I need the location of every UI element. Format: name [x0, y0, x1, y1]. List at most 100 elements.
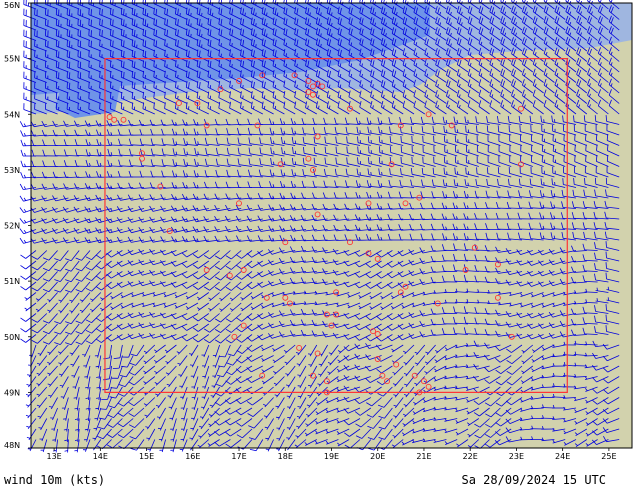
barb-half-feather — [283, 140, 286, 144]
barb-feather — [370, 0, 372, 3]
barb-feather — [283, 0, 285, 3]
barb-half-feather — [24, 163, 26, 167]
barb-feather — [112, 40, 114, 47]
barb-feather — [112, 9, 114, 16]
barb-feather — [456, 0, 459, 2]
barb-feather — [99, 92, 101, 99]
barb-half-feather — [255, 44, 257, 48]
barb-half-feather — [23, 186, 26, 190]
barb-half-feather — [24, 152, 26, 157]
barb-feather — [99, 60, 101, 68]
barb-feather — [589, 0, 591, 3]
barb-feather — [605, 241, 607, 248]
barb-feather — [413, 0, 415, 3]
barb-feather — [110, 50, 112, 57]
barb-feather — [348, 0, 350, 3]
barb-feather — [110, 81, 112, 88]
barb-feather — [99, 102, 101, 110]
barb-feather — [563, 144, 565, 152]
barb-feather — [110, 102, 112, 109]
barb-feather — [19, 207, 25, 213]
barb-feather — [599, 0, 602, 3]
barb-half-feather — [23, 219, 27, 223]
barb-half-feather — [212, 12, 214, 17]
barb-half-feather — [274, 74, 277, 78]
barb-half-feather — [273, 140, 275, 144]
barb-half-feather — [231, 53, 233, 57]
barb-half-feather — [23, 132, 26, 137]
barb-feather — [584, 177, 586, 185]
barb-feather — [578, 0, 580, 3]
barb-feather — [606, 154, 609, 162]
barb-feather — [478, 0, 480, 2]
barb-feather — [446, 0, 448, 2]
barb-feather — [20, 160, 24, 167]
barb-feather — [110, 29, 112, 36]
barb-feather — [20, 265, 26, 270]
barb-feather — [605, 115, 607, 122]
barb-feather — [326, 0, 329, 3]
barb-feather — [585, 144, 587, 151]
barb-feather — [120, 60, 123, 67]
barb-half-feather — [370, 171, 372, 176]
barb-feather — [532, 0, 535, 2]
barb-feather — [112, 0, 114, 5]
barb-feather — [261, 0, 264, 3]
barb-feather — [20, 130, 24, 137]
barb-feather — [20, 149, 24, 157]
barb-feather — [424, 0, 426, 2]
barb-half-feather — [277, 12, 279, 16]
barb-feather — [99, 29, 101, 36]
barb-half-feather — [23, 123, 27, 127]
barb-feather — [99, 50, 101, 57]
barb-half-feather — [255, 33, 257, 37]
barb-feather — [112, 30, 114, 37]
barb-half-feather — [274, 95, 277, 99]
barb-half-feather — [242, 85, 244, 89]
barb-feather — [522, 0, 524, 2]
barb-feather — [480, 0, 483, 4]
barb-half-feather — [23, 197, 27, 201]
barb-feather — [610, 0, 613, 3]
barb-half-feather — [294, 161, 297, 165]
barb-feather — [502, 0, 505, 3]
barb-feather — [20, 172, 24, 179]
barb-feather — [19, 228, 25, 234]
barb-feather — [123, 40, 125, 47]
barb-feather — [120, 28, 123, 36]
barb-feather — [391, 0, 394, 3]
barb-half-feather — [284, 161, 286, 165]
barb-feather — [500, 0, 502, 2]
barb-feather — [19, 121, 24, 127]
barb-feather — [294, 0, 296, 3]
barb-half-feather — [242, 106, 244, 110]
barb-half-feather — [274, 84, 277, 89]
barb-half-feather — [231, 85, 233, 89]
barb-half-feather — [253, 105, 255, 110]
barb-half-feather — [24, 142, 26, 146]
barb-feather — [556, 0, 559, 3]
barb-feather — [402, 0, 404, 3]
barb-feather — [112, 19, 114, 26]
barb-half-feather — [273, 150, 275, 155]
barb-feather — [596, 155, 598, 162]
barb-feather — [491, 0, 494, 4]
barb-half-feather — [456, 182, 458, 186]
barb-feather — [99, 71, 101, 78]
barb-half-feather — [467, 182, 469, 186]
barb-feather — [608, 0, 610, 1]
barb-feather — [19, 195, 24, 202]
barb-half-feather — [23, 174, 26, 178]
barb-half-feather — [242, 95, 244, 99]
barb-feather — [123, 8, 125, 16]
barb-feather — [486, 125, 489, 132]
barb-feather — [554, 0, 556, 2]
barb-half-feather — [231, 74, 233, 78]
barb-half-feather — [359, 130, 361, 134]
barb-feather — [99, 18, 101, 26]
barb-feather — [315, 0, 318, 3]
barb-half-feather — [294, 140, 297, 144]
wind-map: 13E 14E 15E 16E 17E 18E 19E 20E 21E 22E 23E 24E 25E … — [4, 0, 633, 461]
barb-feather — [101, 9, 103, 16]
barb-feather — [565, 0, 567, 2]
